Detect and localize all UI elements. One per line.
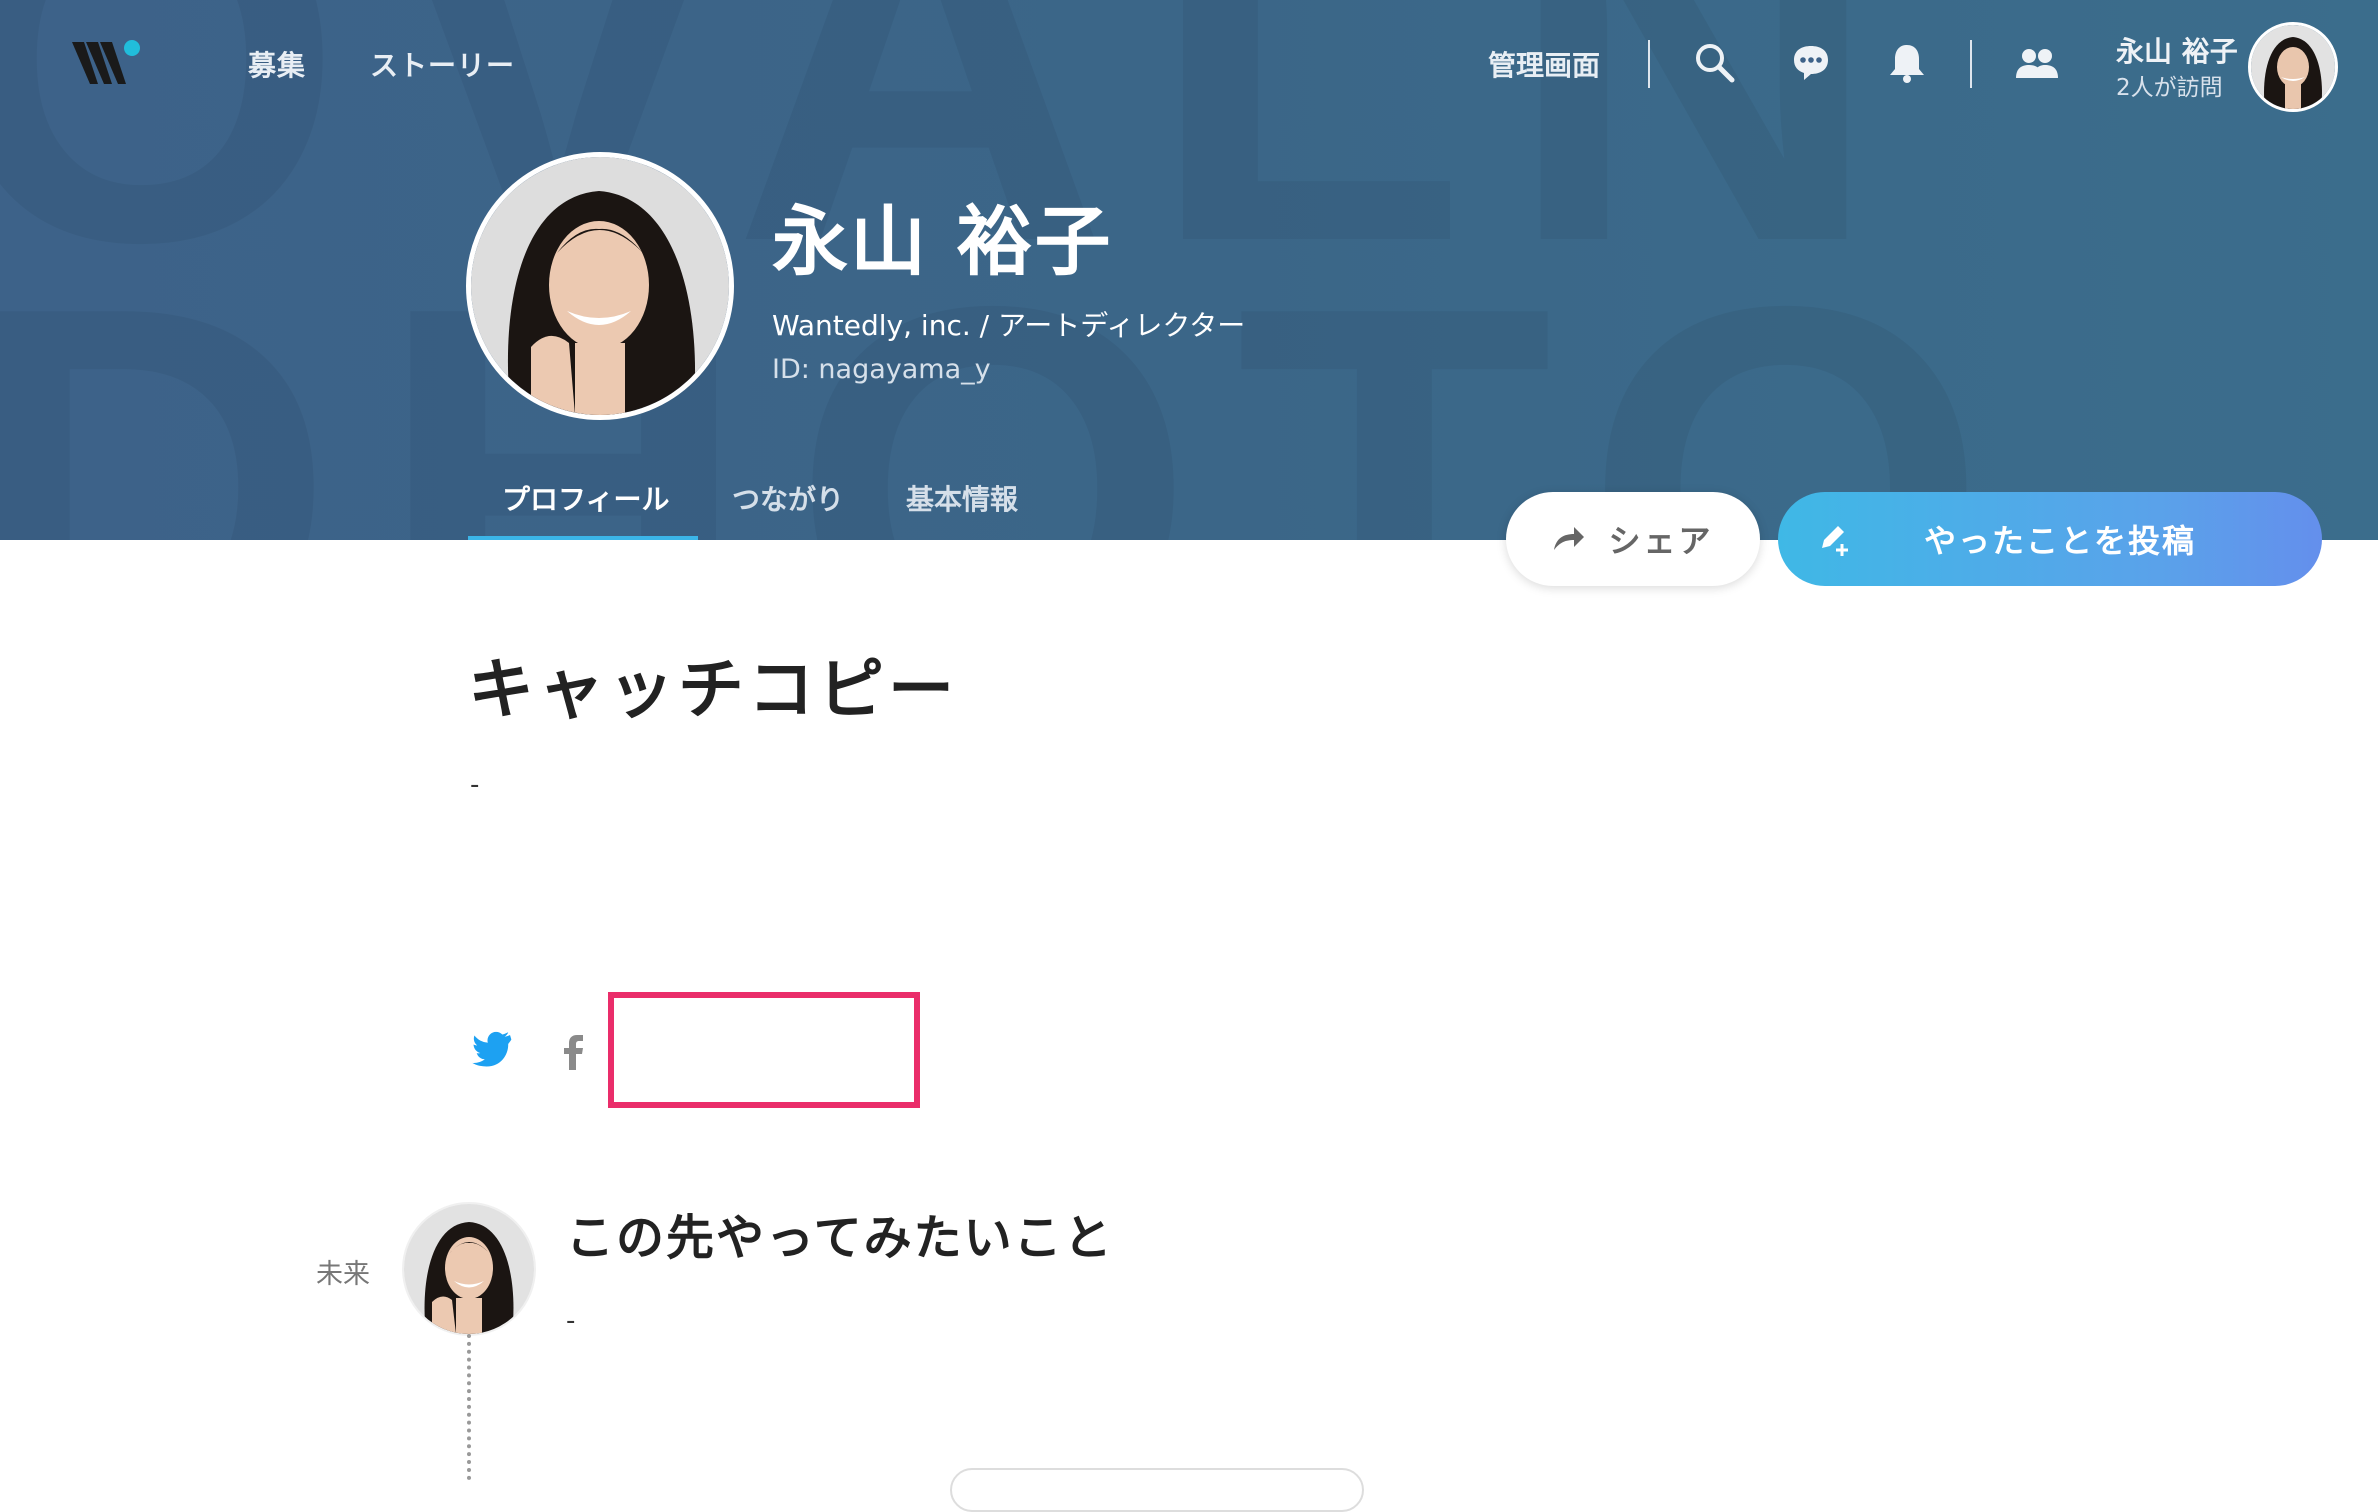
highlight-box: [608, 992, 920, 1108]
search-icon[interactable]: [1692, 40, 1738, 86]
bottom-button-edge[interactable]: [950, 1468, 1364, 1512]
tab-connections[interactable]: つながり: [732, 478, 844, 518]
tab-profile[interactable]: プロフィール: [502, 478, 669, 518]
people-icon[interactable]: [2014, 40, 2060, 86]
nav-divider: [1648, 40, 1650, 88]
nav-story[interactable]: ストーリー: [370, 44, 515, 84]
timeline-label: 未来: [316, 1259, 370, 1290]
profile-hero: OVALN DHOTO 募集 ストーリー 管理画面 永山 裕子 2人が訪問 永山…: [0, 0, 2378, 540]
timeline-line: [467, 1334, 471, 1480]
catchcopy-title: キャッチコピー: [468, 651, 958, 728]
timeline-avatar: [402, 1202, 536, 1336]
future-text: -: [566, 1306, 576, 1336]
header-avatar[interactable]: [2248, 22, 2338, 112]
share-button[interactable]: シェア: [1506, 492, 1760, 586]
active-tab-indicator: [468, 536, 698, 540]
share-label: シェア: [1608, 522, 1714, 560]
facebook-icon[interactable]: [552, 1030, 596, 1074]
profile-id: ID: nagayama_y: [772, 354, 991, 385]
bell-icon[interactable]: [1884, 40, 1930, 86]
profile-name: 永山 裕子: [772, 197, 1113, 286]
visitor-count[interactable]: 2人が訪問: [2116, 68, 2223, 102]
catchcopy-text: -: [470, 770, 480, 800]
post-button[interactable]: やったことを投稿: [1778, 492, 2322, 586]
twitter-icon[interactable]: [470, 1030, 514, 1074]
nav-recruit[interactable]: 募集: [248, 44, 306, 84]
post-label: やったことを投稿: [1924, 522, 2197, 560]
profile-avatar[interactable]: [466, 152, 734, 420]
share-arrow-icon: [1554, 527, 1585, 550]
pencil-plus-icon: [1822, 526, 1848, 556]
header-user-name[interactable]: 永山 裕子: [2116, 30, 2238, 70]
message-icon[interactable]: [1788, 40, 1834, 86]
tab-basic-info[interactable]: 基本情報: [906, 478, 1018, 518]
wantedly-logo[interactable]: [72, 38, 148, 90]
profile-role[interactable]: Wantedly, inc. / アートディレクター: [772, 304, 1245, 344]
future-title: この先やってみたいこと: [566, 1210, 1114, 1266]
nav-admin[interactable]: 管理画面: [1488, 44, 1600, 84]
nav-divider: [1970, 40, 1972, 88]
